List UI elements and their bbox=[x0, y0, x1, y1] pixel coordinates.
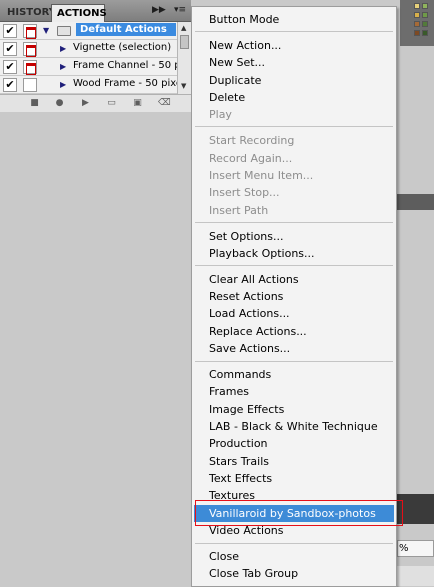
menu-item-insert-path[interactable]: Insert Path bbox=[194, 202, 394, 219]
menu-item-production[interactable]: Production bbox=[194, 435, 394, 452]
menu-item-playback-options[interactable]: Playback Options... bbox=[194, 245, 394, 262]
menu-item-stars-trails[interactable]: Stars Trails bbox=[194, 453, 394, 470]
panel-menu-icon[interactable]: ▾≡ bbox=[174, 5, 186, 15]
actions-panel-menu: Button Mode New Action... New Set... Dup… bbox=[191, 6, 403, 587]
menu-item-reset-actions[interactable]: Reset Actions bbox=[194, 288, 394, 305]
menu-item-insert-menu-item[interactable]: Insert Menu Item... bbox=[194, 167, 394, 184]
menu-item-vanillaroid[interactable]: Vanillaroid by Sandbox-photos bbox=[194, 505, 394, 522]
new-action-icon[interactable]: ▣ bbox=[132, 98, 143, 109]
scroll-thumb[interactable] bbox=[180, 35, 189, 49]
menu-item-clear-all-actions[interactable]: Clear All Actions bbox=[194, 271, 394, 288]
menu-separator bbox=[195, 265, 393, 266]
menu-item-new-set[interactable]: New Set... bbox=[194, 54, 394, 71]
swatch[interactable] bbox=[414, 3, 420, 9]
zoom-field[interactable]: % bbox=[397, 540, 434, 557]
menu-item-insert-stop[interactable]: Insert Stop... bbox=[194, 184, 394, 201]
action-set-label: Default Actions bbox=[76, 23, 176, 36]
menu-item-button-mode[interactable]: Button Mode bbox=[194, 11, 394, 28]
menu-item-set-options[interactable]: Set Options... bbox=[194, 228, 394, 245]
action-row[interactable]: ✔ ▶ Vignette (selection) bbox=[0, 40, 177, 58]
folder-icon bbox=[57, 26, 71, 36]
dialog-toggle-icon[interactable] bbox=[23, 24, 37, 39]
scroll-up-icon[interactable]: ▲ bbox=[181, 24, 186, 32]
collapse-icon[interactable]: ▶▶ bbox=[152, 5, 166, 15]
toggle-item-checkbox[interactable]: ✔ bbox=[3, 60, 17, 74]
menu-item-start-recording[interactable]: Start Recording bbox=[194, 132, 394, 149]
menu-item-image-effects[interactable]: Image Effects bbox=[194, 401, 394, 418]
dialog-toggle-icon[interactable] bbox=[23, 60, 37, 75]
action-label: Frame Channel - 50 p... bbox=[73, 60, 191, 71]
menu-item-save-actions[interactable]: Save Actions... bbox=[194, 340, 394, 357]
zoom-value: % bbox=[399, 543, 409, 554]
new-set-icon[interactable]: ▭ bbox=[106, 98, 117, 109]
dialog-toggle-icon[interactable] bbox=[23, 78, 37, 92]
swatch[interactable] bbox=[422, 12, 428, 18]
swatch[interactable] bbox=[422, 21, 428, 27]
action-label: Wood Frame - 50 pixel bbox=[73, 78, 185, 89]
dialog-toggle-icon[interactable] bbox=[23, 42, 37, 57]
menu-item-new-action[interactable]: New Action... bbox=[194, 37, 394, 54]
menu-item-frames[interactable]: Frames bbox=[194, 383, 394, 400]
toggle-item-checkbox[interactable]: ✔ bbox=[3, 24, 17, 38]
tab-actions[interactable]: ACTIONS bbox=[51, 4, 107, 22]
menu-separator bbox=[195, 31, 393, 32]
toggle-item-checkbox[interactable]: ✔ bbox=[3, 42, 17, 56]
menu-item-load-actions[interactable]: Load Actions... bbox=[194, 305, 394, 322]
swatch[interactable] bbox=[414, 30, 420, 36]
menu-item-close-tab-group[interactable]: Close Tab Group bbox=[194, 565, 394, 582]
menu-separator bbox=[195, 222, 393, 223]
menu-separator bbox=[195, 543, 393, 544]
action-label: Vignette (selection) bbox=[73, 42, 172, 53]
expand-triangle-icon[interactable]: ▶ bbox=[60, 62, 66, 71]
menu-item-delete[interactable]: Delete bbox=[194, 89, 394, 106]
menu-separator bbox=[195, 126, 393, 127]
status-area bbox=[397, 566, 434, 586]
panel-tab-bar: HISTORY ACTIONS ▶▶ ▾≡ bbox=[0, 0, 191, 22]
swatch[interactable] bbox=[414, 12, 420, 18]
stop-icon[interactable]: ■ bbox=[29, 98, 40, 109]
swatch[interactable] bbox=[422, 30, 428, 36]
menu-item-lab-black-white[interactable]: LAB - Black & White Technique bbox=[194, 418, 394, 435]
record-icon[interactable]: ● bbox=[54, 98, 65, 109]
swatch[interactable] bbox=[422, 3, 428, 9]
action-row[interactable]: ✔ ▶ Frame Channel - 50 p... bbox=[0, 58, 190, 76]
menu-item-video-actions[interactable]: Video Actions bbox=[194, 522, 394, 539]
play-icon[interactable]: ▶ bbox=[80, 98, 91, 109]
expand-triangle-icon[interactable]: ▶ bbox=[60, 44, 66, 53]
actions-panel: HISTORY ACTIONS ▶▶ ▾≡ ✔ ▼ Default Action… bbox=[0, 0, 191, 112]
menu-item-close[interactable]: Close bbox=[194, 548, 394, 565]
menu-item-commands[interactable]: Commands bbox=[194, 366, 394, 383]
menu-item-textures[interactable]: Textures bbox=[194, 487, 394, 504]
menu-separator bbox=[195, 361, 393, 362]
swatch[interactable] bbox=[414, 21, 420, 27]
toggle-item-checkbox[interactable]: ✔ bbox=[3, 78, 17, 92]
scroll-down-icon[interactable]: ▼ bbox=[181, 82, 186, 90]
panel-divider bbox=[394, 194, 434, 210]
delete-icon[interactable]: ⌫ bbox=[158, 98, 171, 109]
menu-item-duplicate[interactable]: Duplicate bbox=[194, 72, 394, 89]
expand-triangle-icon[interactable]: ▼ bbox=[43, 26, 49, 35]
swatches-panel bbox=[400, 0, 434, 46]
actions-toolbar: ■ ● ▶ ▭ ▣ ⌫ bbox=[0, 94, 191, 112]
actions-list: ✔ ▼ Default Actions ✔ ▶ Vignette (select… bbox=[0, 22, 190, 94]
menu-item-play[interactable]: Play bbox=[194, 106, 394, 123]
expand-triangle-icon[interactable]: ▶ bbox=[60, 80, 66, 89]
action-row[interactable]: ✔ ▶ Wood Frame - 50 pixel bbox=[0, 76, 185, 94]
menu-item-record-again[interactable]: Record Again... bbox=[194, 150, 394, 167]
color-preview bbox=[396, 494, 434, 524]
action-set-row[interactable]: ✔ ▼ Default Actions bbox=[0, 22, 177, 40]
actions-scrollbar[interactable]: ▲ ▼ bbox=[177, 22, 191, 94]
menu-item-replace-actions[interactable]: Replace Actions... bbox=[194, 323, 394, 340]
menu-item-text-effects[interactable]: Text Effects bbox=[194, 470, 394, 487]
